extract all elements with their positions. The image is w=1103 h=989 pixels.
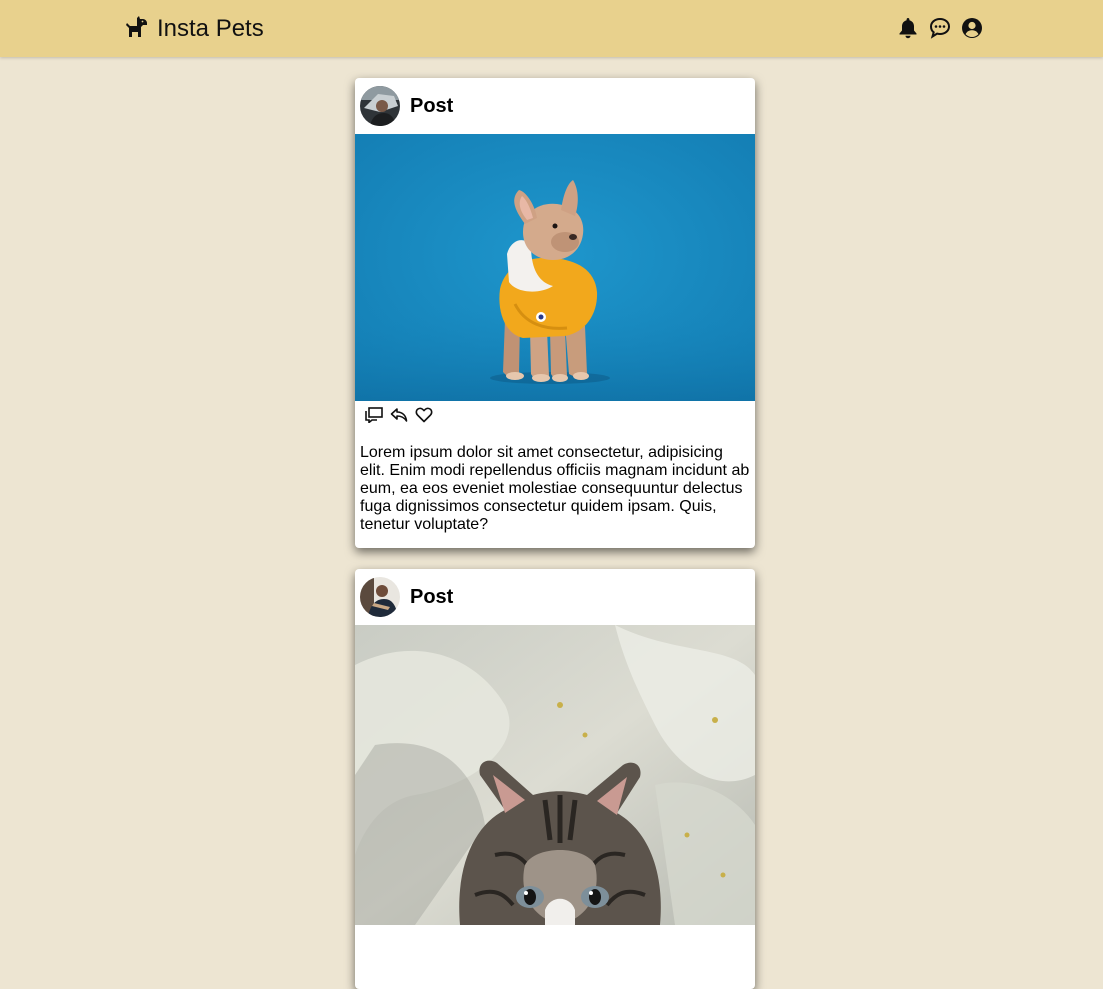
avatar[interactable]	[360, 86, 400, 126]
navbar: Insta Pets	[0, 0, 1103, 57]
bell-icon[interactable]	[897, 16, 919, 40]
avatar[interactable]	[360, 577, 400, 617]
post-card: Post	[355, 78, 755, 548]
comment-icon[interactable]	[365, 406, 383, 424]
app-title: Insta Pets	[157, 15, 264, 42]
post-caption: Lorem ipsum dolor sit amet consectetur, …	[360, 444, 750, 533]
heart-icon[interactable]	[415, 406, 433, 424]
french-bulldog-in-yellow-sweater-photo[interactable]	[355, 134, 755, 401]
post-title: Post	[410, 585, 454, 608]
post-header: Post	[355, 569, 755, 625]
brand-link[interactable]: Insta Pets	[124, 14, 264, 44]
nav-icons	[897, 16, 983, 40]
post-title: Post	[410, 94, 454, 117]
user-circle-icon[interactable]	[961, 16, 983, 40]
dog-icon	[124, 15, 148, 43]
share-icon[interactable]	[390, 406, 408, 424]
chat-bubble-icon[interactable]	[929, 16, 951, 40]
post-header: Post	[355, 78, 755, 134]
post-card: Post	[355, 569, 755, 989]
post-actions	[355, 401, 755, 429]
tabby-kitten-on-blanket-photo[interactable]	[355, 625, 755, 925]
